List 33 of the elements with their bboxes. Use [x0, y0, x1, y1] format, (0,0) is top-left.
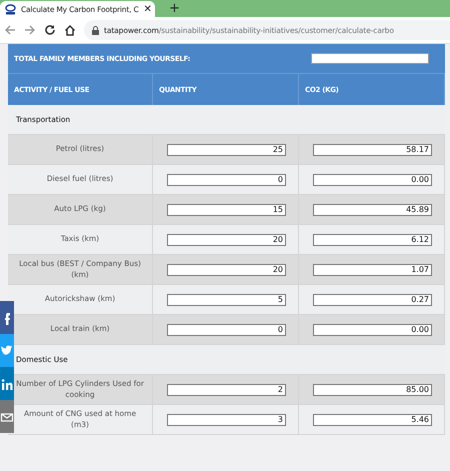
- quantity-field[interactable]: 0: [167, 174, 286, 186]
- co2-field[interactable]: 0.00: [313, 174, 432, 186]
- quantity-field[interactable]: 2: [167, 384, 286, 396]
- linkedin-icon: [0, 376, 14, 390]
- quantity-field[interactable]: 5: [167, 294, 286, 306]
- site-logo-icon: [5, 4, 16, 14]
- family-members-field[interactable]: [311, 53, 429, 64]
- back-icon[interactable]: [4, 24, 16, 36]
- close-tab-button[interactable]: ✕: [144, 4, 152, 14]
- co2-field[interactable]: 45.89: [313, 204, 432, 216]
- quantity-field[interactable]: 20: [167, 264, 286, 276]
- co2-field[interactable]: 1.07: [313, 264, 432, 276]
- quantity-field[interactable]: 15: [167, 204, 286, 216]
- email-share-button[interactable]: [0, 400, 14, 433]
- reload-icon[interactable]: [44, 24, 56, 36]
- new-tab-button[interactable]: +: [169, 1, 180, 17]
- twitter-bird-icon: [0, 344, 14, 358]
- co2-field[interactable]: 85.00: [313, 384, 432, 396]
- quantity-field[interactable]: 0: [167, 324, 286, 336]
- facebook-share-button[interactable]: [0, 301, 14, 334]
- quantity-field[interactable]: 25: [167, 144, 286, 156]
- forward-icon[interactable]: [24, 24, 36, 36]
- co2-field[interactable]: 6.12: [313, 234, 432, 246]
- co2-field[interactable]: 0.00: [313, 324, 432, 336]
- twitter-share-button[interactable]: [0, 334, 14, 367]
- quantity-field[interactable]: 20: [167, 234, 286, 246]
- linkedin-share-button[interactable]: [0, 367, 14, 400]
- quantity-field[interactable]: 3: [167, 414, 286, 426]
- lock-icon: [92, 26, 99, 34]
- co2-field[interactable]: 0.27: [313, 294, 432, 306]
- co2-field[interactable]: 5.46: [313, 414, 432, 426]
- co2-field[interactable]: 58.17: [313, 144, 432, 156]
- home-icon[interactable]: [64, 24, 76, 36]
